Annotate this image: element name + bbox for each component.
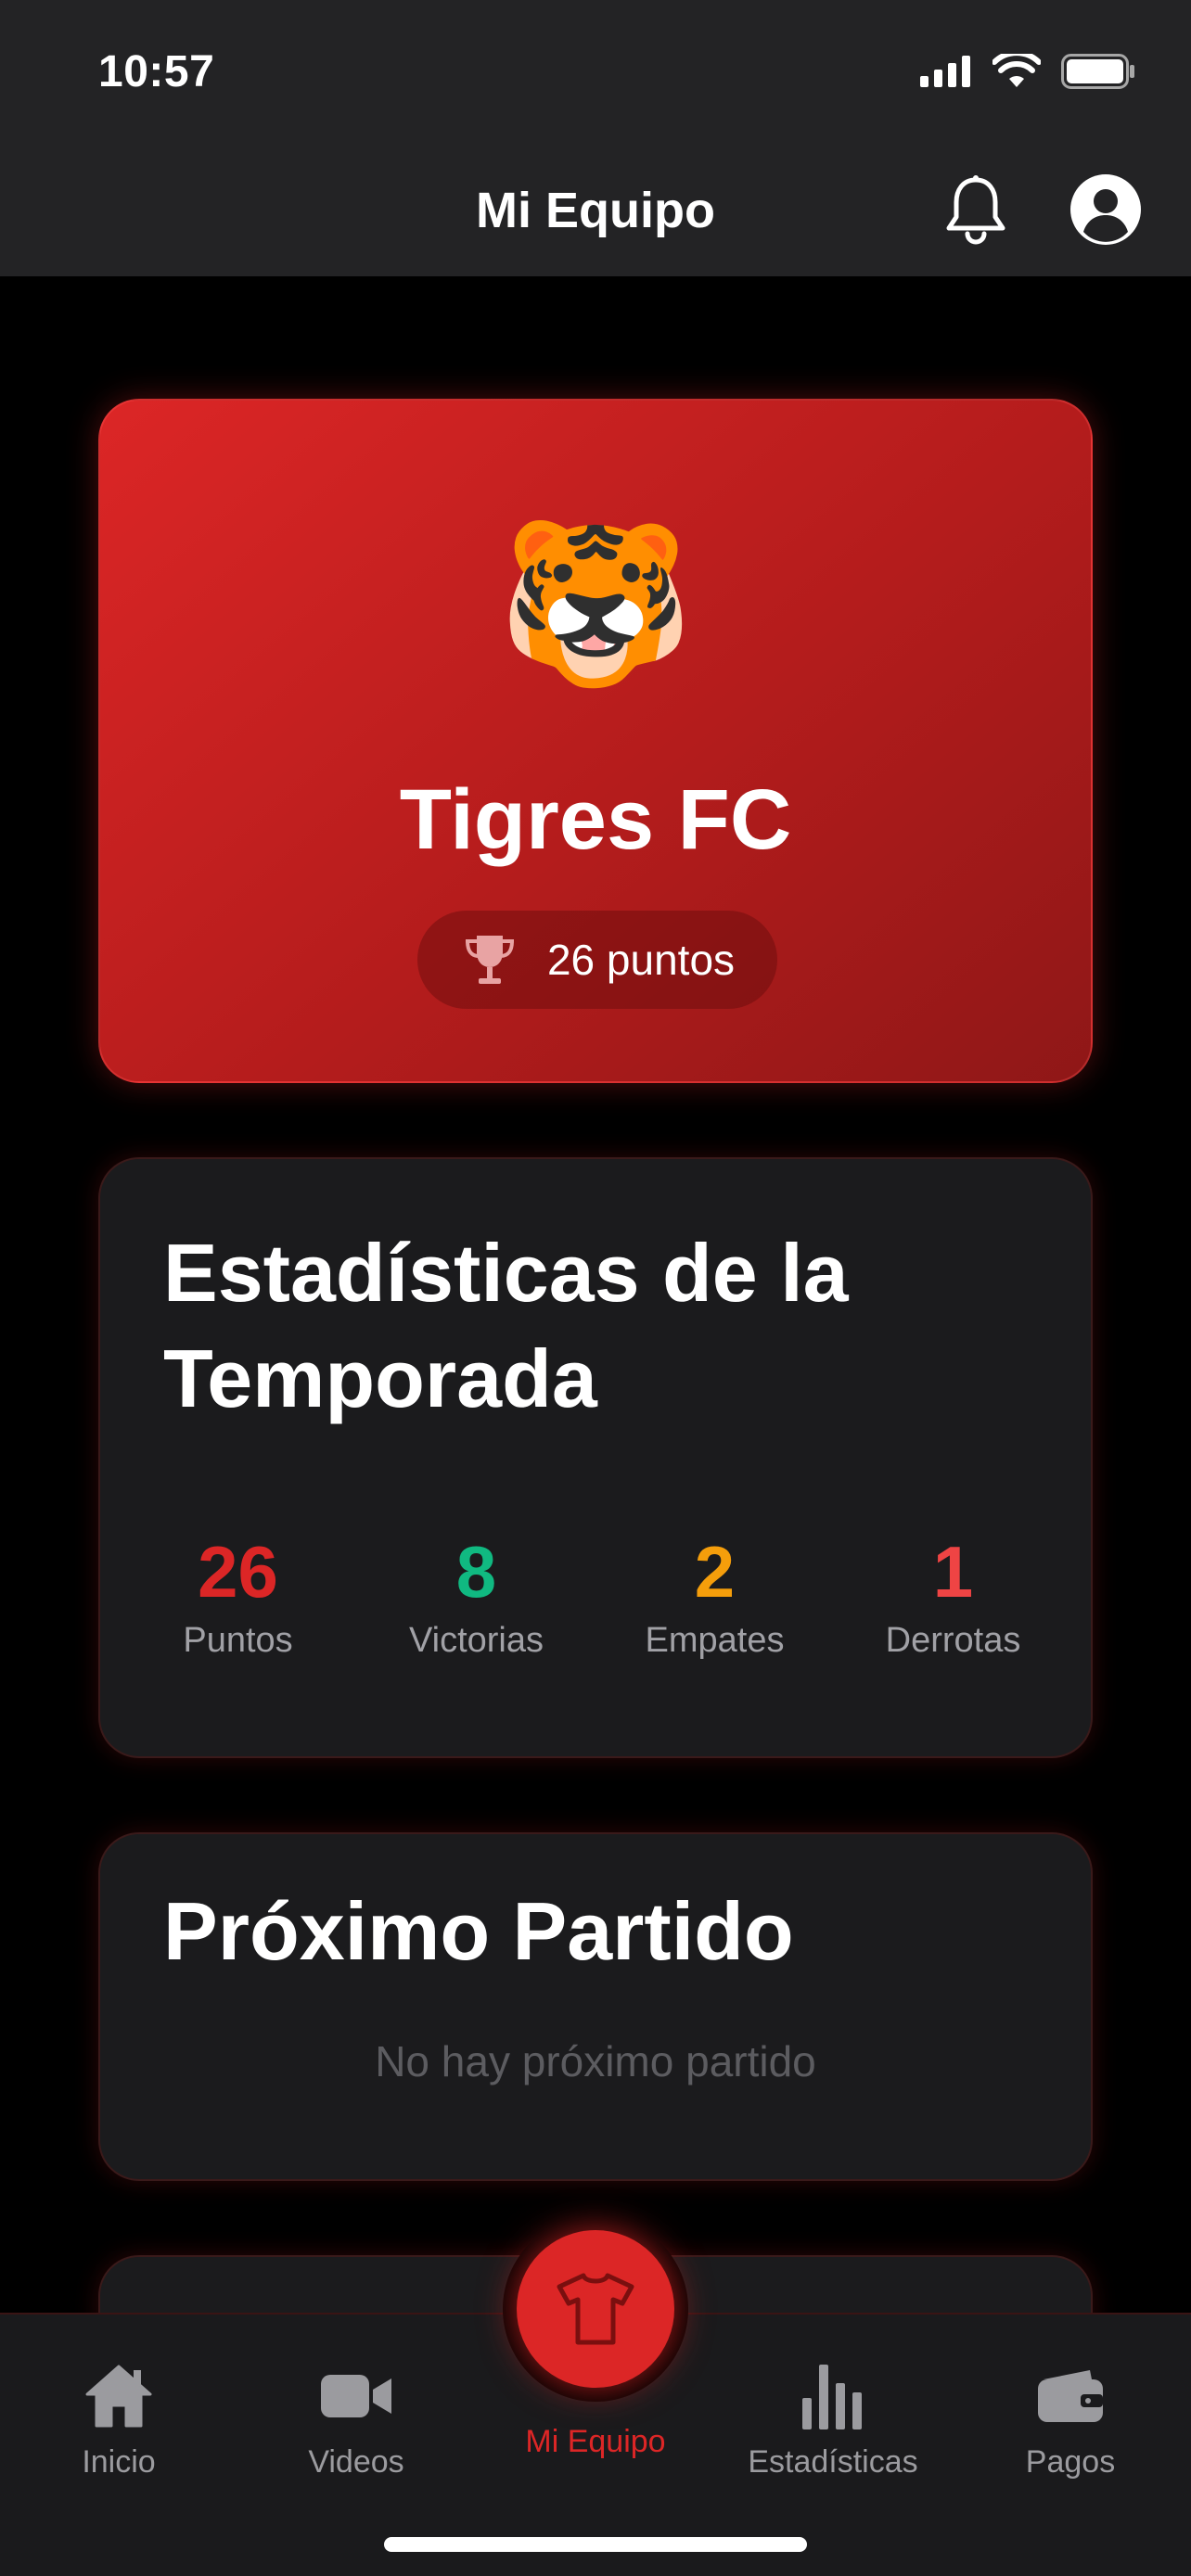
nav-label: Pagos xyxy=(1025,2444,1116,2480)
nav-item-inicio[interactable]: Inicio xyxy=(17,2359,221,2480)
team-logo-emoji: 🐯 xyxy=(497,513,694,696)
team-name: Tigres FC xyxy=(399,772,792,867)
battery-icon xyxy=(1061,54,1134,89)
wifi-icon xyxy=(992,54,1041,87)
bell-icon xyxy=(946,175,1005,245)
stat-label: Empates xyxy=(645,1621,785,1660)
stat-value: 8 xyxy=(455,1531,497,1613)
home-icon xyxy=(85,2365,152,2428)
season-stats-title: Estadísticas de la Temporada xyxy=(163,1227,849,1424)
trophy-icon xyxy=(465,936,514,984)
next-match-title: Próximo Partido xyxy=(163,1885,794,1977)
stat-wins: 8 Victorias xyxy=(357,1530,596,1661)
team-points-text: 26 puntos xyxy=(546,936,736,984)
stat-points: 26 Puntos xyxy=(119,1530,357,1661)
bar-chart-icon xyxy=(802,2365,862,2429)
stat-label: Derrotas xyxy=(885,1621,1021,1660)
nav-label: Estadísticas xyxy=(748,2444,918,2480)
stat-label: Puntos xyxy=(183,1621,293,1660)
user-avatar-icon xyxy=(1070,174,1141,245)
mi-equipo-button[interactable] xyxy=(517,2230,674,2388)
stat-value: 26 xyxy=(198,1531,278,1613)
video-camera-icon xyxy=(321,2375,391,2417)
nav-item-videos[interactable]: Videos xyxy=(254,2359,458,2480)
status-icons xyxy=(920,54,1135,89)
signal-icon xyxy=(920,56,970,87)
bottom-navigation: Inicio Videos Mi Equipo Estadísticas Pag… xyxy=(0,2216,1191,2576)
status-time: 10:57 xyxy=(98,47,215,96)
nav-label-active: Mi Equipo xyxy=(525,2424,666,2459)
nav-item-mi-equipo[interactable] xyxy=(503,2216,688,2402)
profile-button[interactable] xyxy=(1069,172,1143,247)
stat-label: Victorias xyxy=(408,1621,544,1660)
next-match-card: Próximo Partido No hay próximo partido xyxy=(98,1832,1093,2181)
nav-item-pagos[interactable]: Pagos xyxy=(968,2359,1172,2480)
season-stats-row: 26 Puntos 8 Victorias 2 Empates 1 Derrot… xyxy=(119,1530,1072,1661)
nav-label: Inicio xyxy=(82,2444,156,2480)
nav-item-estadisticas[interactable]: Estadísticas xyxy=(731,2359,935,2480)
notifications-button[interactable] xyxy=(939,172,1013,247)
top-bar: 10:57 Mi Equipo xyxy=(0,0,1191,276)
team-points-badge: 26 puntos xyxy=(417,911,777,1009)
stat-draws: 2 Empates xyxy=(596,1530,834,1661)
season-stats-card: Estadísticas de la Temporada 26 Puntos 8… xyxy=(98,1157,1093,1758)
stat-value: 1 xyxy=(932,1531,974,1613)
stat-losses: 1 Derrotas xyxy=(834,1530,1072,1661)
nav-label: Videos xyxy=(308,2444,404,2480)
next-match-empty-text: No hay próximo partido xyxy=(375,2037,816,2085)
header-actions xyxy=(939,172,1143,247)
stat-value: 2 xyxy=(694,1531,736,1613)
shirt-icon xyxy=(557,2273,634,2345)
team-card: 🐯 Tigres FC 26 puntos xyxy=(98,399,1093,1083)
wallet-icon xyxy=(1038,2370,1103,2422)
home-indicator[interactable] xyxy=(384,2537,807,2552)
app-screen: 10:57 Mi Equipo 🐯 Tigres FC 26 puntos Es… xyxy=(0,0,1191,2576)
